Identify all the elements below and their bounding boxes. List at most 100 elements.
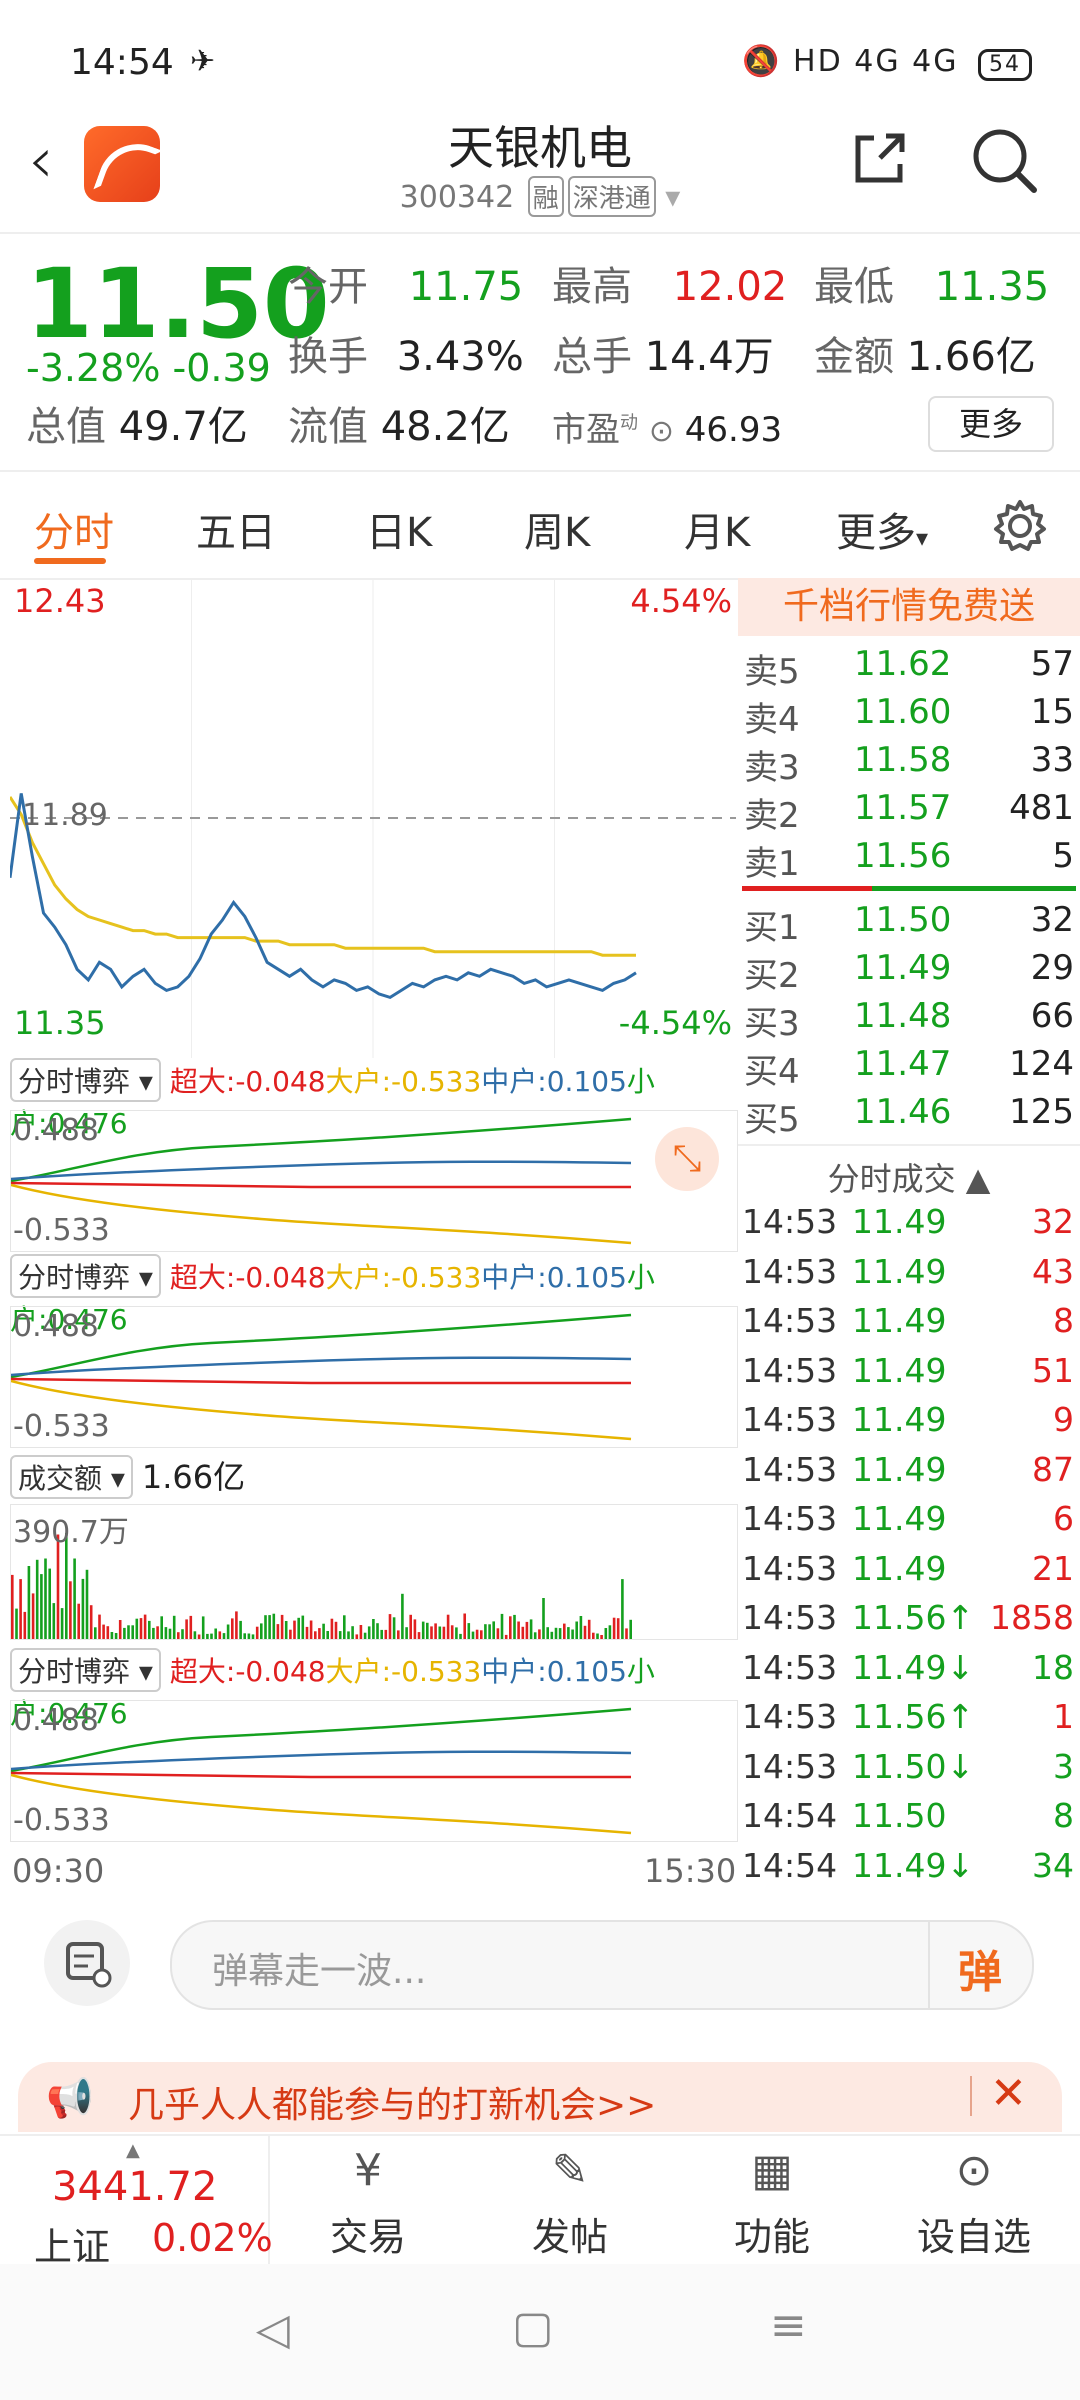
index-ticker[interactable]: ▲ 3441.72 上证 0.02% (0, 2136, 273, 2269)
trade-row: 14:53 11.50↓ 3 (738, 1747, 1080, 1797)
volume-bar (521, 1626, 525, 1639)
high-value: 12.02 (672, 264, 788, 310)
ask-price: 11.62 (854, 644, 952, 684)
volume-bar (135, 1618, 139, 1639)
danmu-input[interactable]: 弹幕走一波... 弹 (170, 1920, 1034, 2010)
volume-bar (363, 1632, 367, 1639)
flow-selector-3[interactable]: 分时博弈 ▾ (10, 1648, 161, 1692)
share-icon[interactable] (850, 128, 910, 188)
low-value: 11.35 (934, 264, 1050, 310)
float-value: 48.2亿 (380, 404, 510, 450)
tab-week-k[interactable]: 周K (524, 500, 590, 558)
trade-price: 11.56↑ (852, 1697, 975, 1736)
search-icon[interactable] (968, 124, 1040, 196)
volume-bar (438, 1626, 442, 1639)
tab-day-k[interactable]: 日K (366, 500, 432, 558)
tab-more[interactable]: 更多▾ (836, 500, 928, 558)
ask-volume: 481 (1009, 788, 1074, 828)
volume-bar (426, 1622, 429, 1639)
small-flow-line (11, 1117, 632, 1183)
close-icon[interactable]: ✕ (990, 2068, 1027, 2119)
volume-bar (31, 1593, 35, 1639)
trade-row: 14:53 11.49 32 (738, 1202, 1080, 1252)
trades-title[interactable]: 分时成交 ▲ (738, 1154, 1080, 1200)
flow-ymax: 0.488 (13, 1703, 99, 1738)
promo-banner[interactable]: 千档行情免费送 (738, 578, 1080, 636)
info-dots-icon[interactable]: ⊙ (649, 414, 674, 449)
index-value: 3441.72 (52, 2164, 218, 2210)
intraday-chart[interactable]: 12.43 4.54% 11.89 11.35 -4.54% (10, 578, 736, 1058)
sys-home-icon[interactable]: ▢ (512, 2302, 554, 2353)
nav-trade-label: 交易 (329, 2215, 406, 2259)
promo-strip[interactable]: 📢 几乎人人都能参与的打新机会>> ✕ (18, 2062, 1062, 2132)
sys-back-icon[interactable]: ◁ (256, 2304, 290, 2355)
nav-trade[interactable]: ¥ 交易 (268, 2136, 468, 2261)
volume-bar (546, 1627, 549, 1639)
network-text: HD 4G 4G (793, 44, 959, 79)
volume-bar (380, 1629, 383, 1639)
tab-month-k[interactable]: 月K (684, 500, 750, 558)
nav-post-label: 发帖 (531, 2215, 608, 2259)
tab-five-day[interactable]: 五日 (196, 500, 276, 558)
trade-price: 11.49 (852, 1449, 947, 1489)
flow-ymin: -0.533 (13, 1409, 110, 1444)
volume-bar (309, 1620, 313, 1639)
volume-selector[interactable]: 成交额 ▾ (10, 1455, 133, 1499)
trade-time: 14:53 (742, 1350, 838, 1390)
comment-list-icon[interactable] (44, 1920, 130, 2006)
nav-functions[interactable]: ▦ 功能 (672, 2136, 872, 2261)
mid-flow-line (11, 1356, 632, 1377)
more-button[interactable]: 更多 (928, 396, 1054, 452)
chevron-down-icon[interactable]: ▾ (665, 180, 680, 215)
volume-bar (625, 1628, 628, 1639)
super-flow-line (11, 1771, 631, 1779)
volume-bar (567, 1627, 570, 1639)
trade-time: 14:53 (742, 1202, 838, 1241)
tab-minute[interactable]: 分时 (34, 500, 114, 558)
volume-bar (359, 1625, 363, 1639)
volume-bar (152, 1627, 155, 1639)
volume-bar (48, 1568, 51, 1639)
volume-bar (148, 1620, 151, 1639)
volume-bar (172, 1615, 176, 1639)
trade-volume: 18 (1032, 1647, 1074, 1687)
high: 最高 12.02 (552, 254, 787, 312)
nav-post[interactable]: ✎ 发帖 (470, 2136, 670, 2261)
tab-more-label: 更多 (836, 510, 916, 556)
bid-price: 11.49 (854, 948, 952, 988)
ask-label: 卖2 (744, 796, 800, 836)
super-label: 超大: (169, 1655, 236, 1688)
expand-icon[interactable]: ⤡ (655, 1127, 719, 1191)
volume-bar (517, 1621, 520, 1639)
volume-bar (513, 1614, 516, 1639)
trade-price: 11.56↑ (852, 1598, 975, 1637)
bid-price: 11.48 (854, 996, 952, 1036)
volume-bar (81, 1578, 85, 1639)
nav-watchlist[interactable]: ⊙ 设自选 (874, 2136, 1074, 2261)
nav-functions-label: 功能 (733, 2215, 810, 2259)
danmu-toggle[interactable]: 弹 (958, 1936, 1002, 2000)
sys-menu-icon[interactable]: ≡ (770, 2300, 807, 2351)
settings-gear-icon[interactable] (992, 498, 1048, 554)
price-change: -3.28% -0.39 (26, 346, 271, 390)
volume-bar (558, 1628, 562, 1639)
time-start: 09:30 (12, 1852, 105, 1890)
flow-selector-2[interactable]: 分时博弈 ▾ (10, 1254, 161, 1298)
trade-row: 14:54 11.49↓ 34 (738, 1846, 1080, 1896)
ask-label: 卖1 (744, 844, 800, 884)
bid-label: 买1 (744, 908, 800, 948)
trade-volume: 21 (1032, 1548, 1074, 1588)
volume-bar (40, 1574, 43, 1639)
bid-volume: 124 (1009, 1044, 1074, 1084)
mid-flow-line (11, 1750, 632, 1771)
volume-bar (430, 1626, 433, 1639)
flow-panel-1: 0.488 -0.533 ⤡ (10, 1110, 738, 1252)
volume-bar (314, 1631, 317, 1639)
status-time: 14:54 (70, 42, 174, 83)
megaphone-icon: 📢 (46, 2076, 94, 2120)
ask-row: 卖4 11.60 15 (738, 692, 1080, 740)
volume-bar (496, 1628, 500, 1639)
trade-volume: 34 (1032, 1845, 1074, 1885)
flow-selector-1[interactable]: 分时博弈 ▾ (10, 1058, 161, 1102)
change-percent: -3.28% (26, 346, 161, 390)
